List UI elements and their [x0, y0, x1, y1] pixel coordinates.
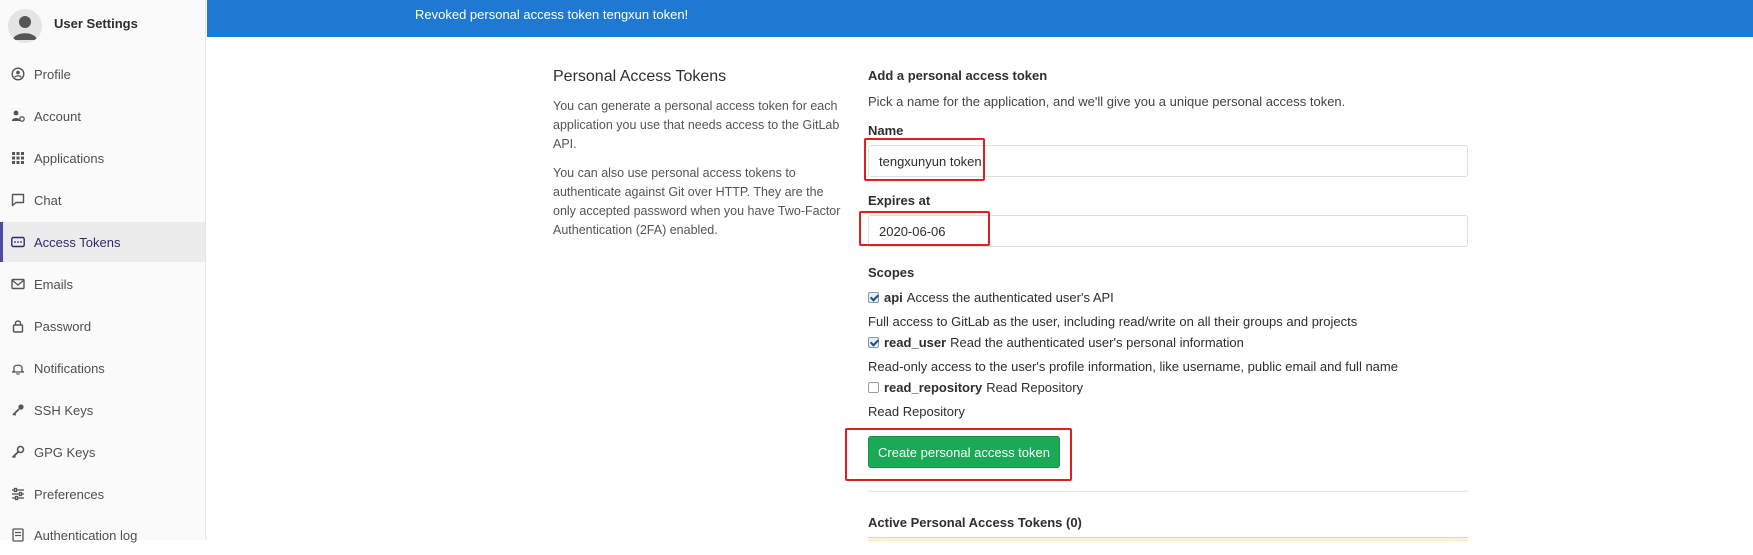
read-repository-checkbox[interactable]: [868, 382, 879, 393]
sidebar-item-profile[interactable]: Profile: [0, 54, 205, 94]
sidebar-item-label: GPG Keys: [34, 444, 96, 460]
scope-help-text: Read-only access to the user's profile i…: [868, 359, 1398, 374]
chat-icon: [11, 193, 25, 207]
settings-sidebar: User Settings Profile Account Applicatio…: [0, 0, 206, 543]
scope-description: Access the authenticated user's API: [906, 290, 1114, 305]
notifications-icon: [11, 361, 25, 375]
scope-description: Read Repository: [986, 380, 1084, 395]
sidebar-item-chat[interactable]: Chat: [0, 180, 205, 220]
form-subheading: Pick a name for the application, and we'…: [868, 94, 1346, 109]
account-icon: [11, 109, 25, 123]
flash-notice-text: Revoked personal access token tengxun to…: [415, 7, 689, 22]
scopes-label: Scopes: [868, 265, 915, 280]
scope-read-user[interactable]: read_user Read the authenticated user's …: [868, 335, 1244, 350]
name-label: Name: [868, 123, 904, 138]
sidebar-item-applications[interactable]: Applications: [0, 138, 205, 178]
scope-help-text: Full access to GitLab as the user, inclu…: [868, 314, 1358, 329]
sidebar-item-label: Emails: [34, 276, 74, 292]
sidebar-item-label: Password: [34, 318, 92, 334]
sidebar-item-label: Preferences: [34, 486, 105, 502]
sidebar-item-emails[interactable]: Emails: [0, 264, 205, 304]
flash-notice-banner: Revoked personal access token tengxun to…: [207, 0, 1753, 37]
sidebar-item-ssh-keys[interactable]: SSH Keys: [0, 390, 205, 430]
sidebar-item-password[interactable]: Password: [0, 306, 205, 346]
description-paragraph: You can also use personal access tokens …: [553, 166, 841, 237]
description-paragraph: You can generate a personal access token…: [553, 99, 840, 151]
sidebar-item-label: Notifications: [34, 360, 105, 376]
create-token-button[interactable]: Create personal access token: [868, 436, 1060, 468]
sidebar-item-notifications[interactable]: Notifications: [0, 348, 205, 388]
access-tokens-icon: [11, 235, 25, 249]
sidebar-item-authentication-log[interactable]: Authentication log: [0, 515, 205, 555]
active-tokens-notice: [868, 537, 1468, 541]
expires-at-input[interactable]: [868, 215, 1468, 247]
form-heading: Add a personal access token: [868, 68, 1048, 83]
profile-icon: [11, 67, 25, 81]
sidebar-item-label: SSH Keys: [34, 402, 94, 418]
applications-icon: [11, 151, 25, 165]
preferences-icon: [11, 487, 25, 501]
avatar-icon: [8, 9, 42, 43]
page-title: Personal Access Tokens: [553, 68, 727, 85]
sidebar-item-access-tokens[interactable]: Access Tokens: [0, 222, 205, 262]
sidebar-item-label: Access Tokens: [34, 234, 121, 250]
password-icon: [11, 319, 25, 333]
scope-help-text: Read Repository: [868, 404, 965, 419]
sidebar-item-label: Account: [34, 108, 81, 124]
ssh-keys-icon: [11, 403, 25, 417]
token-name-input[interactable]: [868, 145, 1468, 177]
scope-name: api: [884, 290, 903, 305]
api-checkbox[interactable]: [868, 292, 879, 303]
sidebar-item-label: Authentication log: [34, 527, 138, 543]
scope-description: Read the authenticated user's personal i…: [950, 335, 1244, 350]
sidebar-item-gpg-keys[interactable]: GPG Keys: [0, 432, 205, 472]
gpg-keys-icon: [11, 445, 25, 459]
sidebar-item-label: Chat: [34, 192, 62, 208]
emails-icon: [11, 277, 25, 291]
sidebar-item-label: Applications: [34, 150, 105, 166]
section-divider: [868, 491, 1468, 492]
scope-name: read_repository: [884, 380, 983, 395]
sidebar-title: User Settings: [54, 16, 138, 31]
sidebar-item-label: Profile: [34, 66, 71, 82]
active-tokens-heading: Active Personal Access Tokens (0): [868, 515, 1082, 530]
scope-read-repository[interactable]: read_repository Read Repository: [868, 380, 1083, 395]
sidebar-header[interactable]: User Settings: [0, 0, 206, 50]
scope-api[interactable]: api Access the authenticated user's API: [868, 290, 1114, 305]
scope-name: read_user: [884, 335, 947, 350]
read-user-checkbox[interactable]: [868, 337, 879, 348]
expires-at-label: Expires at: [868, 193, 931, 208]
sidebar-item-account[interactable]: Account: [0, 96, 205, 136]
sidebar-item-preferences[interactable]: Preferences: [0, 474, 205, 514]
